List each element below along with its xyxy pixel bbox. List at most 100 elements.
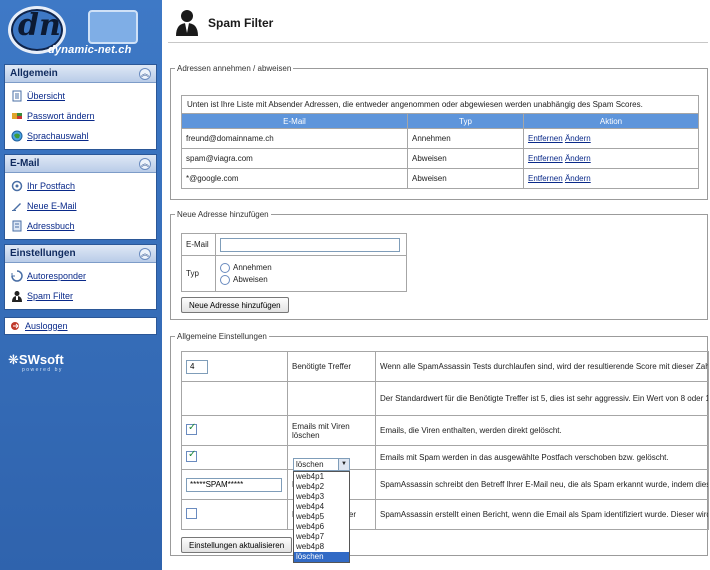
- logo-letters: dn: [18, 8, 61, 43]
- divider: [168, 42, 708, 43]
- vendor-logo: ❋SWsoft: [8, 352, 64, 367]
- column-header: Aktion: [523, 113, 699, 129]
- sidebar-item-label[interactable]: Übersicht: [27, 91, 65, 101]
- panel-title: E-Mail: [10, 158, 40, 169]
- table-row: spam@viagra.com Abweisen Entfernen Änder…: [181, 148, 699, 169]
- edit-link[interactable]: Ändern: [565, 174, 591, 183]
- collapse-icon[interactable]: ︽: [139, 247, 151, 260]
- fieldset-addresses: Adressen annehmen / abweisen Unten ist I…: [170, 64, 708, 200]
- settings-table: Benötigte Treffer Wenn alle SpamAssassin…: [181, 351, 709, 530]
- logout-label[interactable]: Ausloggen: [25, 321, 68, 331]
- email-field[interactable]: [220, 237, 400, 252]
- sidebar-item-uebersicht[interactable]: Übersicht: [9, 86, 156, 106]
- email-label: E-Mail: [181, 233, 216, 256]
- remove-link[interactable]: Entfernen: [528, 174, 563, 183]
- cell-email: freund@domainname.ch: [181, 128, 408, 149]
- cell-actions: Entfernen Ändern: [523, 128, 699, 149]
- report-header-checkbox[interactable]: [186, 508, 197, 519]
- sidebar-item-spam-filter[interactable]: Spam Filter: [9, 286, 156, 306]
- select-option[interactable]: web4p6: [294, 522, 349, 532]
- sidebar: dn dynamic-net.ch Allgemein ︽ Übersicht …: [0, 0, 162, 570]
- sidebar-item-autoresponder[interactable]: Autoresponder: [9, 266, 156, 286]
- panel-header-email[interactable]: E-Mail ︽: [5, 155, 156, 173]
- panel-header-einstellungen[interactable]: Einstellungen ︽: [5, 245, 156, 263]
- table-row: Betreff Prefix SpamAssassin schreibt den…: [181, 469, 709, 500]
- vendor-tagline: powered by: [22, 367, 63, 373]
- sidebar-item-label[interactable]: Ihr Postfach: [27, 181, 75, 191]
- table-row: Emails mit Viren löschen Emails, die Vir…: [181, 415, 709, 446]
- panel-einstellungen: Einstellungen ︽ Autoresponder Spam Filte…: [4, 244, 157, 310]
- setting-desc: SpamAssassin erstellt einen Bericht, wen…: [375, 499, 709, 530]
- radio-accept[interactable]: Annehmen: [220, 262, 402, 273]
- select-option[interactable]: web4p7: [294, 532, 349, 542]
- addressbook-icon: [12, 220, 22, 232]
- chevron-down-icon[interactable]: ▼: [338, 459, 349, 470]
- sidebar-item-label[interactable]: Sprachauswahl: [27, 131, 89, 141]
- sidebar-item-label[interactable]: Autoresponder: [27, 271, 86, 281]
- address-intro: Unten ist Ihre Liste mit Absender Adress…: [181, 95, 699, 114]
- address-table: Unten ist Ihre Liste mit Absender Adress…: [181, 95, 699, 189]
- required-hits-field[interactable]: [186, 359, 208, 374]
- add-address-button[interactable]: Neue Adresse hinzufügen: [181, 297, 289, 313]
- virus-delete-checkbox[interactable]: [186, 422, 197, 435]
- setting-desc: Der Standardwert für die Benötigte Treff…: [375, 381, 709, 416]
- sidebar-item-sprachauswahl[interactable]: Sprachauswahl: [9, 126, 156, 146]
- panel-title: Allgemein: [10, 68, 58, 79]
- table-row: Emails mit Spam werden in das ausgewählt…: [181, 445, 709, 470]
- radio-reject[interactable]: Abweisen: [220, 274, 402, 285]
- sidebar-item-label[interactable]: Adressbuch: [27, 221, 75, 231]
- edit-link[interactable]: Ändern: [565, 134, 591, 143]
- logo-domain: dynamic-net.ch: [48, 44, 132, 56]
- language-icon: [11, 130, 23, 142]
- select-option[interactable]: web4p3: [294, 492, 349, 502]
- logout-button[interactable]: Ausloggen: [4, 317, 157, 335]
- select-option[interactable]: löschen: [294, 552, 349, 562]
- select-option[interactable]: web4p5: [294, 512, 349, 522]
- select-option[interactable]: web4p1: [294, 472, 349, 482]
- sidebar-item-label[interactable]: Passwort ändern: [27, 111, 95, 121]
- update-settings-button[interactable]: Einstellungen aktualisieren: [181, 537, 293, 553]
- brand-logo[interactable]: dn dynamic-net.ch: [4, 4, 156, 60]
- subject-prefix-field[interactable]: [186, 477, 282, 492]
- column-header: E-Mail: [181, 113, 408, 129]
- table-row: Der Standardwert für die Benötigte Treff…: [181, 381, 709, 416]
- select-option[interactable]: web4p4: [294, 502, 349, 512]
- sidebar-item-label[interactable]: Spam Filter: [27, 291, 73, 301]
- spam-move-checkbox[interactable]: [186, 449, 197, 462]
- fieldset-legend: Neue Adresse hinzufügen: [177, 210, 269, 219]
- mailbox-select-options: web4p1 web4p2 web4p3 web4p4 web4p5 web4p…: [293, 471, 350, 563]
- select-option[interactable]: web4p2: [294, 482, 349, 492]
- column-header: Typ: [407, 113, 524, 129]
- panel-header-allgemein[interactable]: Allgemein ︽: [5, 65, 156, 83]
- select-option[interactable]: web4p8: [294, 542, 349, 552]
- sidebar-item-label[interactable]: Neue E-Mail: [27, 201, 77, 211]
- collapse-icon[interactable]: ︽: [139, 157, 151, 170]
- setting-desc: Wenn alle SpamAssassin Tests durchlaufen…: [375, 351, 709, 382]
- setting-desc: Emails mit Spam werden in das ausgewählt…: [375, 445, 709, 470]
- radio-button[interactable]: [220, 262, 230, 273]
- remove-link[interactable]: Entfernen: [528, 154, 563, 163]
- new-address-form: E-Mail Typ Annehmen Abweisen: [181, 233, 407, 292]
- edit-link[interactable]: Ändern: [565, 154, 591, 163]
- cell-email: *@google.com: [181, 168, 408, 189]
- mailbox-select[interactable]: löschen ▼: [293, 458, 350, 471]
- table-row: Bericht im Header SpamAssassin erstellt …: [181, 499, 709, 530]
- setting-desc: Emails, die Viren enthalten, werden dire…: [375, 415, 709, 446]
- collapse-icon[interactable]: ︽: [139, 67, 151, 80]
- fieldset-new-address: Neue Adresse hinzufügen E-Mail Typ Anneh…: [170, 210, 708, 320]
- sidebar-item-neue-email[interactable]: Neue E-Mail: [9, 196, 156, 216]
- remove-link[interactable]: Entfernen: [528, 134, 563, 143]
- table-row: Benötigte Treffer Wenn alle SpamAssassin…: [181, 351, 709, 382]
- spam-filter-icon: [12, 291, 22, 302]
- radio-button[interactable]: [220, 274, 230, 285]
- page-title: Spam Filter: [208, 16, 274, 30]
- cell-typ: Abweisen: [407, 148, 524, 169]
- setting-desc: SpamAssassin schreibt den Betreff Ihrer …: [375, 469, 709, 500]
- table-row: *@google.com Abweisen Entfernen Ändern: [181, 168, 699, 189]
- sidebar-item-passwort[interactable]: Passwort ändern: [9, 106, 156, 126]
- sidebar-item-adressbuch[interactable]: Adressbuch: [9, 216, 156, 236]
- radio-label: Abweisen: [233, 274, 268, 284]
- sidebar-item-postfach[interactable]: Ihr Postfach: [9, 176, 156, 196]
- panel-allgemein: Allgemein ︽ Übersicht Passwort ändern Sp…: [4, 64, 157, 150]
- panel-email: E-Mail ︽ Ihr Postfach Neue E-Mail Adress…: [4, 154, 157, 240]
